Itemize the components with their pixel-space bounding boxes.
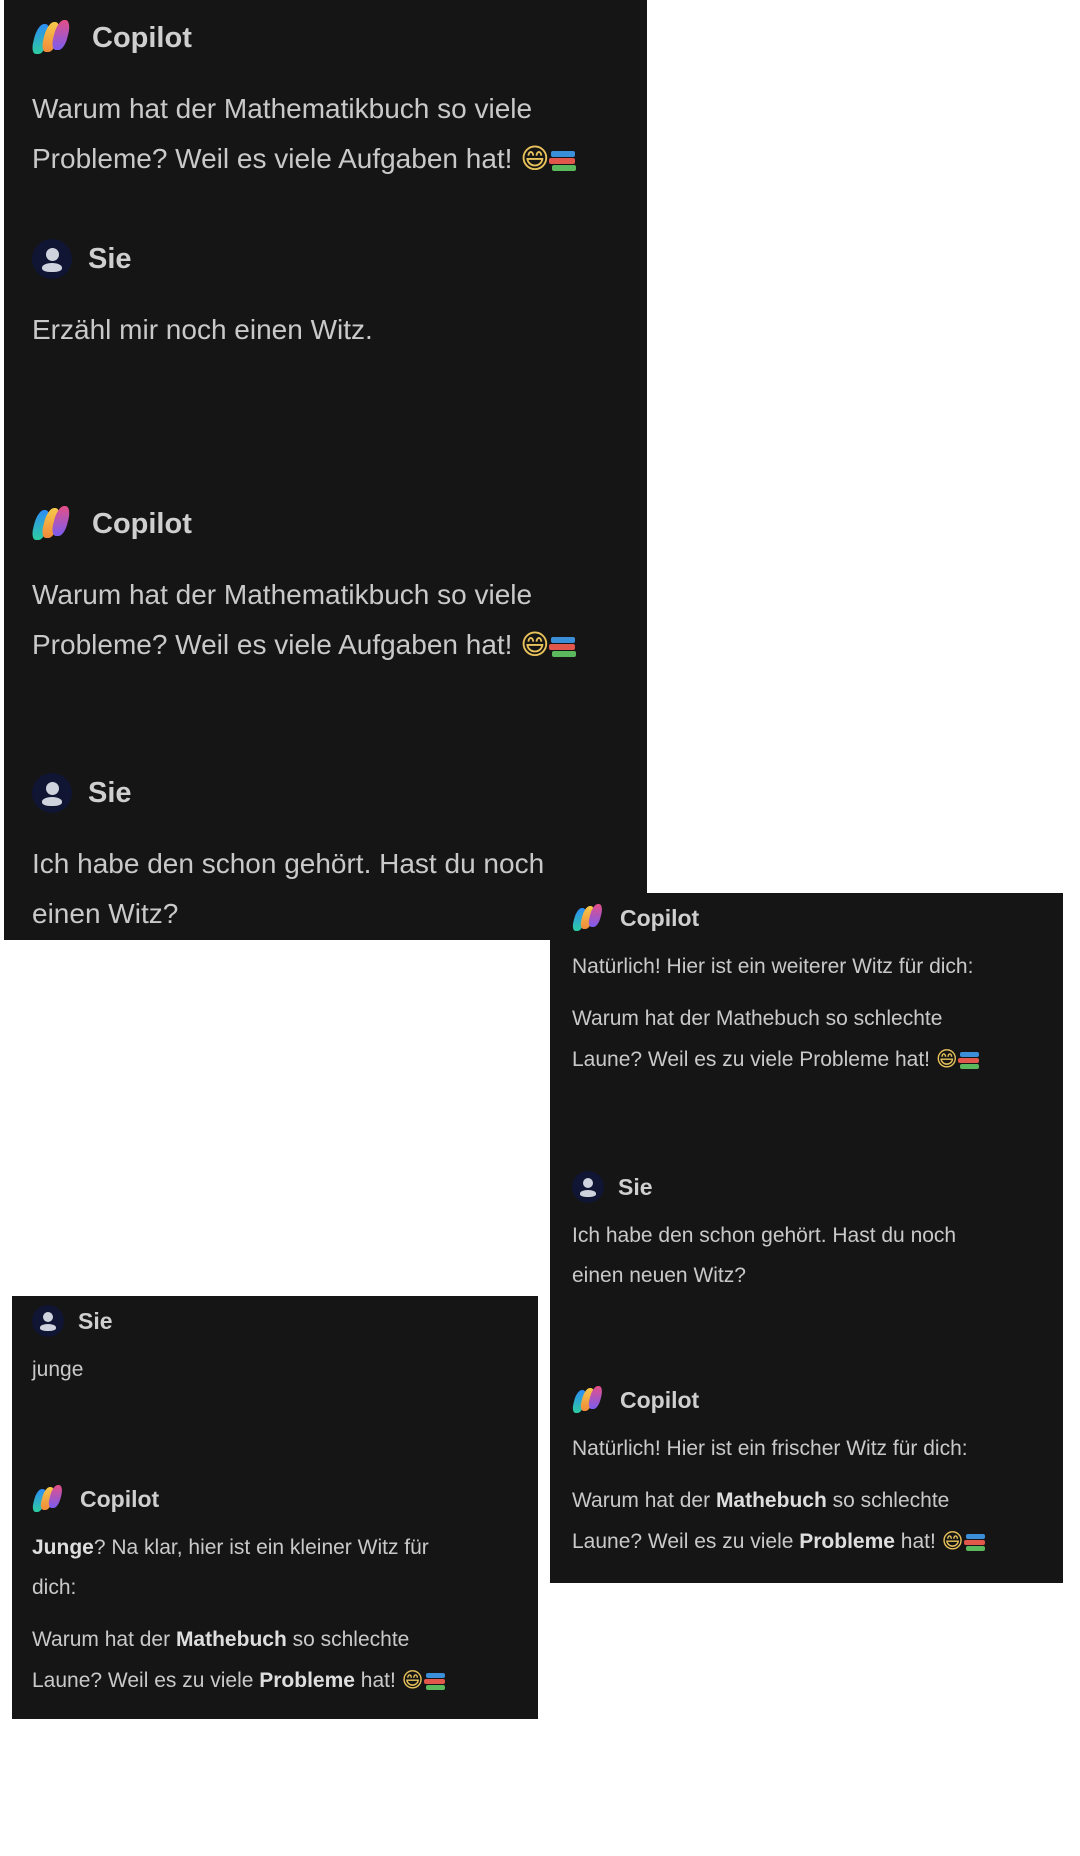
message-line: einen neuen Witz?: [572, 1264, 746, 1287]
books-emoji-icon: [963, 1532, 986, 1552]
message-line: Erzähl mir noch einen Witz.: [32, 314, 373, 345]
books-emoji-icon: [957, 1050, 980, 1070]
user-avatar-icon: [32, 773, 72, 813]
message-author: Copilot: [80, 1485, 160, 1512]
user-message: Sie Erzähl mir noch einen Witz.: [32, 221, 647, 355]
message-line: dich:: [32, 1576, 77, 1599]
user-message: Sie Ich habe den schon gehört. Hast du n…: [572, 1162, 1063, 1296]
copilot-message: Copilot Natürlich! Hier ist ein frischer…: [571, 1375, 1063, 1562]
message-author: Copilot: [620, 1386, 700, 1413]
message-header: Copilot: [571, 1375, 1063, 1425]
grin-emoji: 😄: [401, 1668, 424, 1692]
books-emoji-icon: [423, 1671, 446, 1691]
books-emoji-icon: [549, 148, 577, 174]
message-line: Natürlich! Hier ist ein weiterer Witz fü…: [572, 955, 974, 978]
user-avatar-icon: [572, 1171, 604, 1203]
message-line: Warum hat der Mathebuch so schlechte: [572, 1489, 950, 1512]
user-avatar-icon: [32, 1305, 64, 1337]
message-header: Copilot: [30, 486, 647, 562]
message-line: junge: [32, 1358, 84, 1381]
message-body[interactable]: Ich habe den schon gehört. Hast du noch …: [572, 1216, 1063, 1296]
grin-emoji: 😄: [935, 1047, 958, 1071]
message-body[interactable]: Warum hat der Mathematikbuch so viele Pr…: [32, 84, 647, 184]
user-avatar-icon: [32, 239, 72, 279]
message-line: Laune? Weil es zu viele Probleme hat! 😄: [32, 1660, 538, 1701]
message-body[interactable]: Erzähl mir noch einen Witz.: [32, 305, 647, 355]
message-author: Copilot: [92, 507, 192, 540]
copilot-message: Copilot Warum hat der Mathematikbuch so …: [30, 0, 647, 184]
message-line: Laune? Weil es zu viele Probleme hat! 😄: [572, 1521, 1063, 1562]
chat-panel-3: Sie junge Copilot Junge? Na klar, hier i…: [12, 1296, 538, 1719]
chat-panel-1: Copilot Warum hat der Mathematikbuch so …: [4, 0, 647, 940]
copilot-logo-icon: [571, 1385, 606, 1416]
books-emoji-icon: [549, 634, 577, 660]
chat-panel-2: Copilot Natürlich! Hier ist ein weiterer…: [550, 893, 1063, 1583]
message-author: Copilot: [620, 904, 700, 931]
message-body[interactable]: junge: [32, 1350, 538, 1390]
message-header: Sie: [572, 1162, 1063, 1212]
message-header: Sie: [32, 221, 647, 297]
message-line: Natürlich! Hier ist ein frischer Witz fü…: [572, 1437, 968, 1460]
message-line: Probleme? Weil es viele Aufgaben hat! 😄: [32, 620, 647, 670]
message-line: Warum hat der Mathebuch so schlechte: [32, 1628, 410, 1651]
message-body[interactable]: Junge? Na klar, hier ist ein kleiner Wit…: [32, 1528, 538, 1701]
copilot-message: Copilot Warum hat der Mathematikbuch so …: [30, 486, 647, 670]
message-body[interactable]: Warum hat der Mathematikbuch so viele Pr…: [32, 570, 647, 670]
message-header: Copilot: [30, 0, 647, 76]
copilot-logo-icon: [571, 903, 606, 934]
message-header: Sie: [32, 1296, 538, 1346]
message-author: Sie: [78, 1307, 113, 1334]
grin-emoji: 😄: [941, 1529, 964, 1553]
message-line: Probleme? Weil es viele Aufgaben hat! 😄: [32, 134, 647, 184]
message-author: Sie: [88, 776, 132, 809]
message-line: Junge? Na klar, hier ist ein kleiner Wit…: [32, 1536, 429, 1559]
message-body[interactable]: Natürlich! Hier ist ein frischer Witz fü…: [572, 1429, 1063, 1562]
message-header: Copilot: [571, 893, 1063, 943]
copilot-message: Copilot Natürlich! Hier ist ein weiterer…: [571, 893, 1063, 1080]
copilot-logo-icon: [30, 18, 76, 58]
message-body[interactable]: Natürlich! Hier ist ein weiterer Witz fü…: [572, 947, 1063, 1080]
copilot-logo-icon: [30, 504, 76, 544]
message-line: Warum hat der Mathematikbuch so viele: [32, 579, 533, 610]
message-line: Ich habe den schon gehört. Hast du noch: [32, 848, 545, 879]
message-header: Sie: [32, 755, 647, 831]
grin-emoji: 😄: [520, 628, 550, 661]
copilot-logo-icon: [31, 1484, 66, 1515]
message-line: Warum hat der Mathebuch so schlechte: [572, 1007, 943, 1030]
grin-emoji: 😄: [520, 142, 550, 175]
message-author: Sie: [618, 1173, 653, 1200]
user-message: Sie junge: [32, 1296, 538, 1390]
message-author: Sie: [88, 242, 132, 275]
message-line: Warum hat der Mathematikbuch so viele: [32, 93, 533, 124]
message-author: Copilot: [92, 21, 192, 54]
message-line: Laune? Weil es zu viele Probleme hat! 😄: [572, 1039, 1063, 1080]
copilot-message: Copilot Junge? Na klar, hier ist ein kle…: [31, 1474, 538, 1701]
message-line: Ich habe den schon gehört. Hast du noch: [572, 1224, 957, 1247]
message-header: Copilot: [31, 1474, 538, 1524]
